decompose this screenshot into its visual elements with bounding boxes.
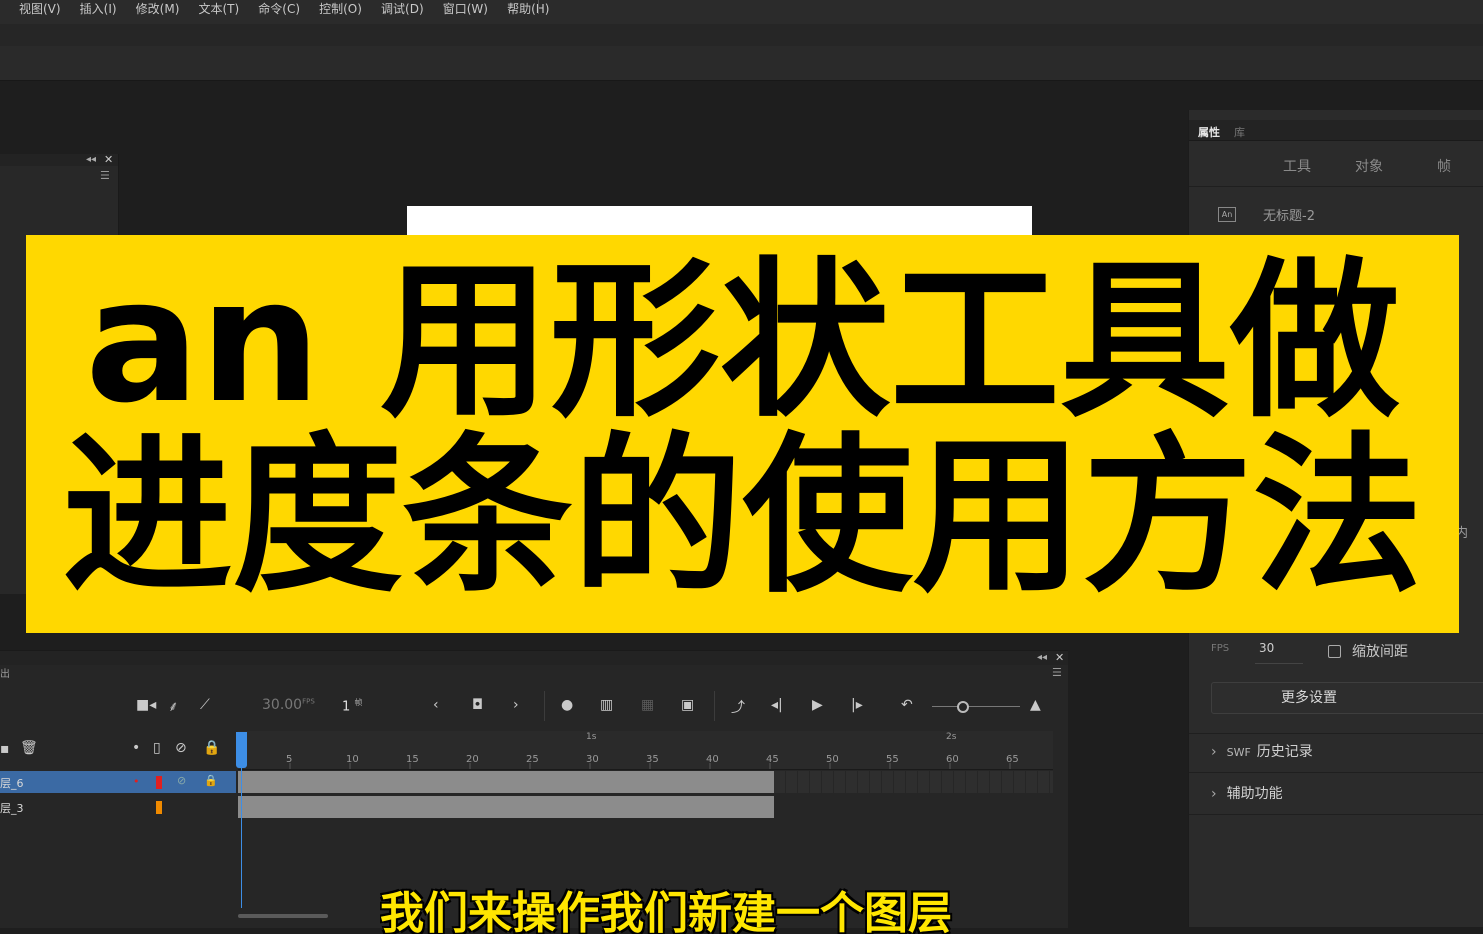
subtab-frame[interactable]: 帧 (1437, 156, 1451, 176)
playhead-line (241, 768, 242, 908)
scale-spacing-checkbox[interactable] (1328, 645, 1341, 658)
lock-icon[interactable]: 🔒 (204, 774, 218, 787)
fps-label: FPS (1211, 643, 1230, 654)
close-icon[interactable]: ✕ (104, 153, 113, 166)
stage-canvas[interactable] (407, 206, 1032, 236)
menu-commands[interactable]: 命令(C) (251, 2, 307, 16)
swf-history-section[interactable]: › SWF 历史记录 (1211, 741, 1313, 761)
second-marker-label: 1s (586, 732, 597, 742)
layer-row-3[interactable]: 层_3 (0, 796, 236, 818)
frame-number-label: 45 (766, 754, 779, 765)
menu-control[interactable]: 控制(O) (312, 2, 369, 16)
visibility-icon[interactable]: ⊘ (177, 774, 186, 787)
empty-frames[interactable] (774, 771, 1053, 793)
layer-name[interactable]: 层_6 (0, 775, 24, 791)
swf-label: SWF (1226, 746, 1251, 759)
highlight-dot-icon[interactable]: • (133, 775, 140, 788)
document-an-icon: An (1218, 207, 1236, 222)
document-name: 无标题-2 (1263, 209, 1315, 224)
frame-number-label: 65 (1006, 754, 1019, 765)
subtab-tool[interactable]: 工具 (1283, 156, 1311, 176)
divider (1189, 733, 1483, 734)
frame-number-label: 20 (466, 754, 479, 765)
fps-input-underline (1255, 663, 1303, 664)
menu-items: 视图(V) 插入(I) 修改(M) 文本(T) 命令(C) 控制(O) 调试(D… (12, 0, 556, 17)
panel-header (0, 154, 118, 166)
title-banner: an 用形状工具做 进度条的使用方法 (26, 235, 1459, 633)
layer-name[interactable]: 层_3 (0, 800, 24, 816)
menu-modify[interactable]: 修改(M) (129, 2, 187, 16)
scale-spacing-label: 缩放间距 (1352, 644, 1408, 660)
tab-library[interactable]: 库 (1234, 124, 1245, 140)
panel-menu-icon[interactable]: ☰ (100, 169, 110, 182)
layer-row-6[interactable]: 层_6 • ⊘ 🔒 (0, 771, 236, 793)
divider (1189, 772, 1483, 773)
document-tab-bar (0, 24, 1483, 47)
tab-properties[interactable]: 属性 (1198, 124, 1220, 140)
fps-input[interactable]: 30 (1259, 641, 1274, 655)
banner-line-1: an 用形状工具做 (85, 243, 1400, 441)
frame-number-label: 40 (706, 754, 719, 765)
history-label: 历史记录 (1256, 744, 1313, 760)
frame-span[interactable] (238, 796, 774, 818)
frame-number-label: 55 (886, 754, 899, 765)
accessibility-section[interactable]: › 辅助功能 (1211, 783, 1283, 803)
frame-number-label: 35 (646, 754, 659, 765)
more-settings-button[interactable]: 更多设置 (1211, 682, 1483, 714)
menu-text[interactable]: 文本(T) (191, 2, 246, 16)
playhead[interactable] (236, 732, 247, 768)
layer-color-swatch[interactable] (156, 801, 162, 814)
frame-number-label: 15 (406, 754, 419, 765)
subtab-object[interactable]: 对象 (1355, 156, 1383, 176)
menu-view[interactable]: 视图(V) (12, 2, 68, 16)
divider (1189, 186, 1483, 187)
horizontal-scrollbar[interactable] (238, 914, 328, 918)
divider (1189, 814, 1483, 815)
menu-divider (538, 0, 539, 14)
frame-number-label: 10 (346, 754, 359, 765)
accessibility-label: 辅助功能 (1226, 786, 1283, 802)
frame-number-label: 60 (946, 754, 959, 765)
menu-insert[interactable]: 插入(I) (73, 2, 124, 16)
banner-line-2: 进度条的使用方法 (62, 418, 1423, 616)
menu-debug[interactable]: 调试(D) (374, 2, 431, 16)
menu-help[interactable]: 帮助(H) (500, 2, 556, 16)
layer-color-swatch[interactable] (156, 776, 162, 789)
collapse-icon[interactable]: ◂◂ (86, 154, 96, 165)
frame-number-label: 5 (286, 754, 293, 765)
menu-window[interactable]: 窗口(W) (436, 2, 495, 16)
menu-bar: 视图(V) 插入(I) 修改(M) 文本(T) 命令(C) 控制(O) 调试(D… (0, 0, 1483, 25)
frame-number-label: 25 (526, 754, 539, 765)
frame-number-label: 30 (586, 754, 599, 765)
chevron-right-icon: › (1211, 786, 1217, 802)
frame-span[interactable] (238, 771, 774, 793)
second-marker-label: 2s (946, 732, 957, 742)
chevron-right-icon: › (1211, 744, 1217, 760)
edit-bar (0, 46, 1483, 81)
frame-number-label: 50 (826, 754, 839, 765)
